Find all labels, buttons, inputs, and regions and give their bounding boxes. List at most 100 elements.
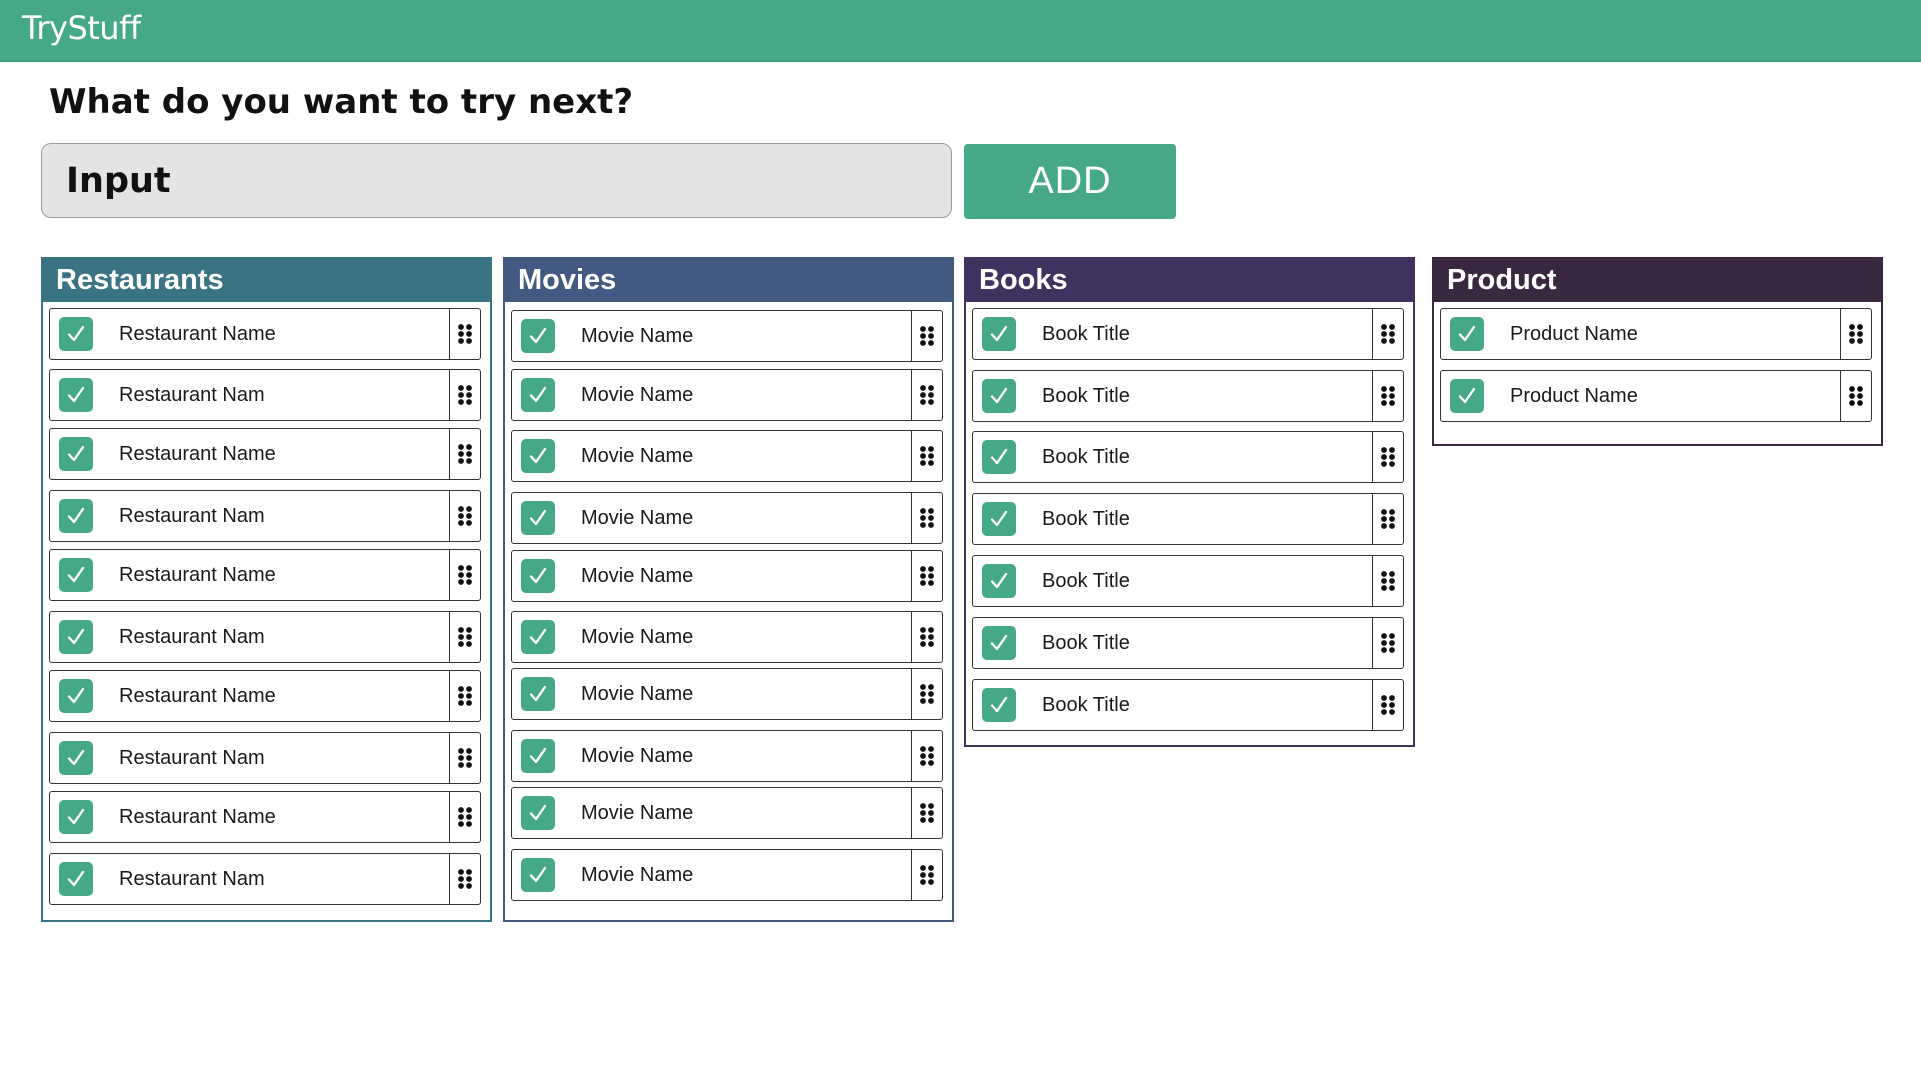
- drag-handle-icon[interactable]: [449, 612, 480, 662]
- item-input[interactable]: [41, 143, 952, 218]
- list-item[interactable]: Restaurant Name: [49, 670, 481, 722]
- drag-handle-icon[interactable]: [911, 431, 942, 481]
- list-item[interactable]: Book Title: [972, 431, 1404, 483]
- checkbox-checked-icon[interactable]: [982, 379, 1016, 413]
- drag-handle-icon[interactable]: [1372, 309, 1403, 359]
- drag-handle-icon[interactable]: [1840, 309, 1871, 359]
- drag-handle-icon[interactable]: [449, 854, 480, 904]
- checkbox-checked-icon[interactable]: [521, 501, 555, 535]
- list-item[interactable]: Restaurant Name: [49, 549, 481, 601]
- list-item[interactable]: Book Title: [972, 493, 1404, 545]
- drag-handle-icon[interactable]: [449, 550, 480, 600]
- list-item[interactable]: Movie Name: [511, 730, 943, 782]
- drag-handle-icon[interactable]: [449, 733, 480, 783]
- item-label: Movie Name: [581, 682, 694, 705]
- drag-handle-icon[interactable]: [1372, 680, 1403, 730]
- checkbox-checked-icon[interactable]: [59, 378, 93, 412]
- item-label: Movie Name: [581, 444, 694, 467]
- list-item[interactable]: Book Title: [972, 555, 1404, 607]
- checkbox-checked-icon[interactable]: [1450, 379, 1484, 413]
- drag-handle-icon[interactable]: [1840, 371, 1871, 421]
- checkbox-checked-icon[interactable]: [59, 558, 93, 592]
- list-item[interactable]: Movie Name: [511, 668, 943, 720]
- list-item[interactable]: Book Title: [972, 617, 1404, 669]
- list-item[interactable]: Restaurant Nam: [49, 732, 481, 784]
- list-item[interactable]: Movie Name: [511, 611, 943, 663]
- checkbox-checked-icon[interactable]: [521, 739, 555, 773]
- checkbox-checked-icon[interactable]: [521, 858, 555, 892]
- column-title-movies: Movies: [505, 259, 952, 302]
- list-item[interactable]: Restaurant Nam: [49, 853, 481, 905]
- add-button[interactable]: ADD: [964, 144, 1176, 219]
- list-item[interactable]: Restaurant Nam: [49, 369, 481, 421]
- list-item[interactable]: Book Title: [972, 370, 1404, 422]
- list-item[interactable]: Book Title: [972, 308, 1404, 360]
- drag-handle-icon[interactable]: [1372, 432, 1403, 482]
- checkbox-checked-icon[interactable]: [521, 378, 555, 412]
- checkbox-checked-icon[interactable]: [59, 862, 93, 896]
- item-label: Restaurant Nam: [119, 746, 265, 769]
- checkbox-checked-icon[interactable]: [982, 502, 1016, 536]
- checkbox-checked-icon[interactable]: [1450, 317, 1484, 351]
- list-item[interactable]: Product Name: [1440, 308, 1872, 360]
- checkbox-checked-icon[interactable]: [521, 439, 555, 473]
- drag-handle-icon[interactable]: [911, 493, 942, 543]
- checkbox-checked-icon[interactable]: [59, 437, 93, 471]
- item-label: Product Name: [1510, 322, 1638, 345]
- drag-handle-icon[interactable]: [911, 788, 942, 838]
- checkbox-checked-icon[interactable]: [59, 679, 93, 713]
- checkbox-checked-icon[interactable]: [982, 317, 1016, 351]
- checkbox-checked-icon[interactable]: [521, 559, 555, 593]
- list-item[interactable]: Movie Name: [511, 310, 943, 362]
- drag-handle-icon[interactable]: [1372, 494, 1403, 544]
- list-item[interactable]: Movie Name: [511, 849, 943, 901]
- drag-handle-icon[interactable]: [911, 850, 942, 900]
- drag-handle-icon[interactable]: [449, 370, 480, 420]
- page-title: What do you want to try next?: [49, 82, 634, 122]
- checkbox-checked-icon[interactable]: [59, 499, 93, 533]
- drag-handle-icon[interactable]: [449, 429, 480, 479]
- checkbox-checked-icon[interactable]: [521, 319, 555, 353]
- column-movies: Movies Movie Name Movie Name Movie Name Movi…: [503, 257, 954, 922]
- drag-handle-icon[interactable]: [1372, 556, 1403, 606]
- list-item[interactable]: Movie Name: [511, 430, 943, 482]
- checkbox-checked-icon[interactable]: [59, 317, 93, 351]
- column-books: Books Book Title Book Title Book Title Book …: [964, 257, 1415, 747]
- list-item[interactable]: Restaurant Nam: [49, 611, 481, 663]
- checkbox-checked-icon[interactable]: [59, 741, 93, 775]
- checkbox-checked-icon[interactable]: [59, 800, 93, 834]
- checkbox-checked-icon[interactable]: [59, 620, 93, 654]
- item-label: Movie Name: [581, 383, 694, 406]
- drag-handle-icon[interactable]: [911, 551, 942, 601]
- checkbox-checked-icon[interactable]: [521, 796, 555, 830]
- drag-handle-icon[interactable]: [449, 671, 480, 721]
- drag-handle-icon[interactable]: [449, 792, 480, 842]
- list-item[interactable]: Movie Name: [511, 492, 943, 544]
- list-item[interactable]: Restaurant Nam: [49, 490, 481, 542]
- drag-handle-icon[interactable]: [1372, 371, 1403, 421]
- list-item[interactable]: Movie Name: [511, 369, 943, 421]
- list-item[interactable]: Restaurant Name: [49, 428, 481, 480]
- drag-handle-icon[interactable]: [449, 309, 480, 359]
- drag-handle-icon[interactable]: [911, 731, 942, 781]
- drag-handle-icon[interactable]: [911, 370, 942, 420]
- checkbox-checked-icon[interactable]: [982, 440, 1016, 474]
- checkbox-checked-icon[interactable]: [982, 688, 1016, 722]
- list-item[interactable]: Product Name: [1440, 370, 1872, 422]
- checkbox-checked-icon[interactable]: [982, 626, 1016, 660]
- drag-handle-icon[interactable]: [911, 311, 942, 361]
- checkbox-checked-icon[interactable]: [521, 677, 555, 711]
- checkbox-checked-icon[interactable]: [982, 564, 1016, 598]
- list-item[interactable]: Restaurant Name: [49, 308, 481, 360]
- list-item[interactable]: Restaurant Name: [49, 791, 481, 843]
- drag-handle-icon[interactable]: [449, 491, 480, 541]
- drag-handle-icon[interactable]: [911, 612, 942, 662]
- item-label: Book Title: [1042, 507, 1130, 530]
- drag-handle-icon[interactable]: [1372, 618, 1403, 668]
- list-item[interactable]: Book Title: [972, 679, 1404, 731]
- drag-handle-icon[interactable]: [911, 669, 942, 719]
- list-item[interactable]: Movie Name: [511, 550, 943, 602]
- column-title-books: Books: [966, 259, 1413, 302]
- list-item[interactable]: Movie Name: [511, 787, 943, 839]
- checkbox-checked-icon[interactable]: [521, 620, 555, 654]
